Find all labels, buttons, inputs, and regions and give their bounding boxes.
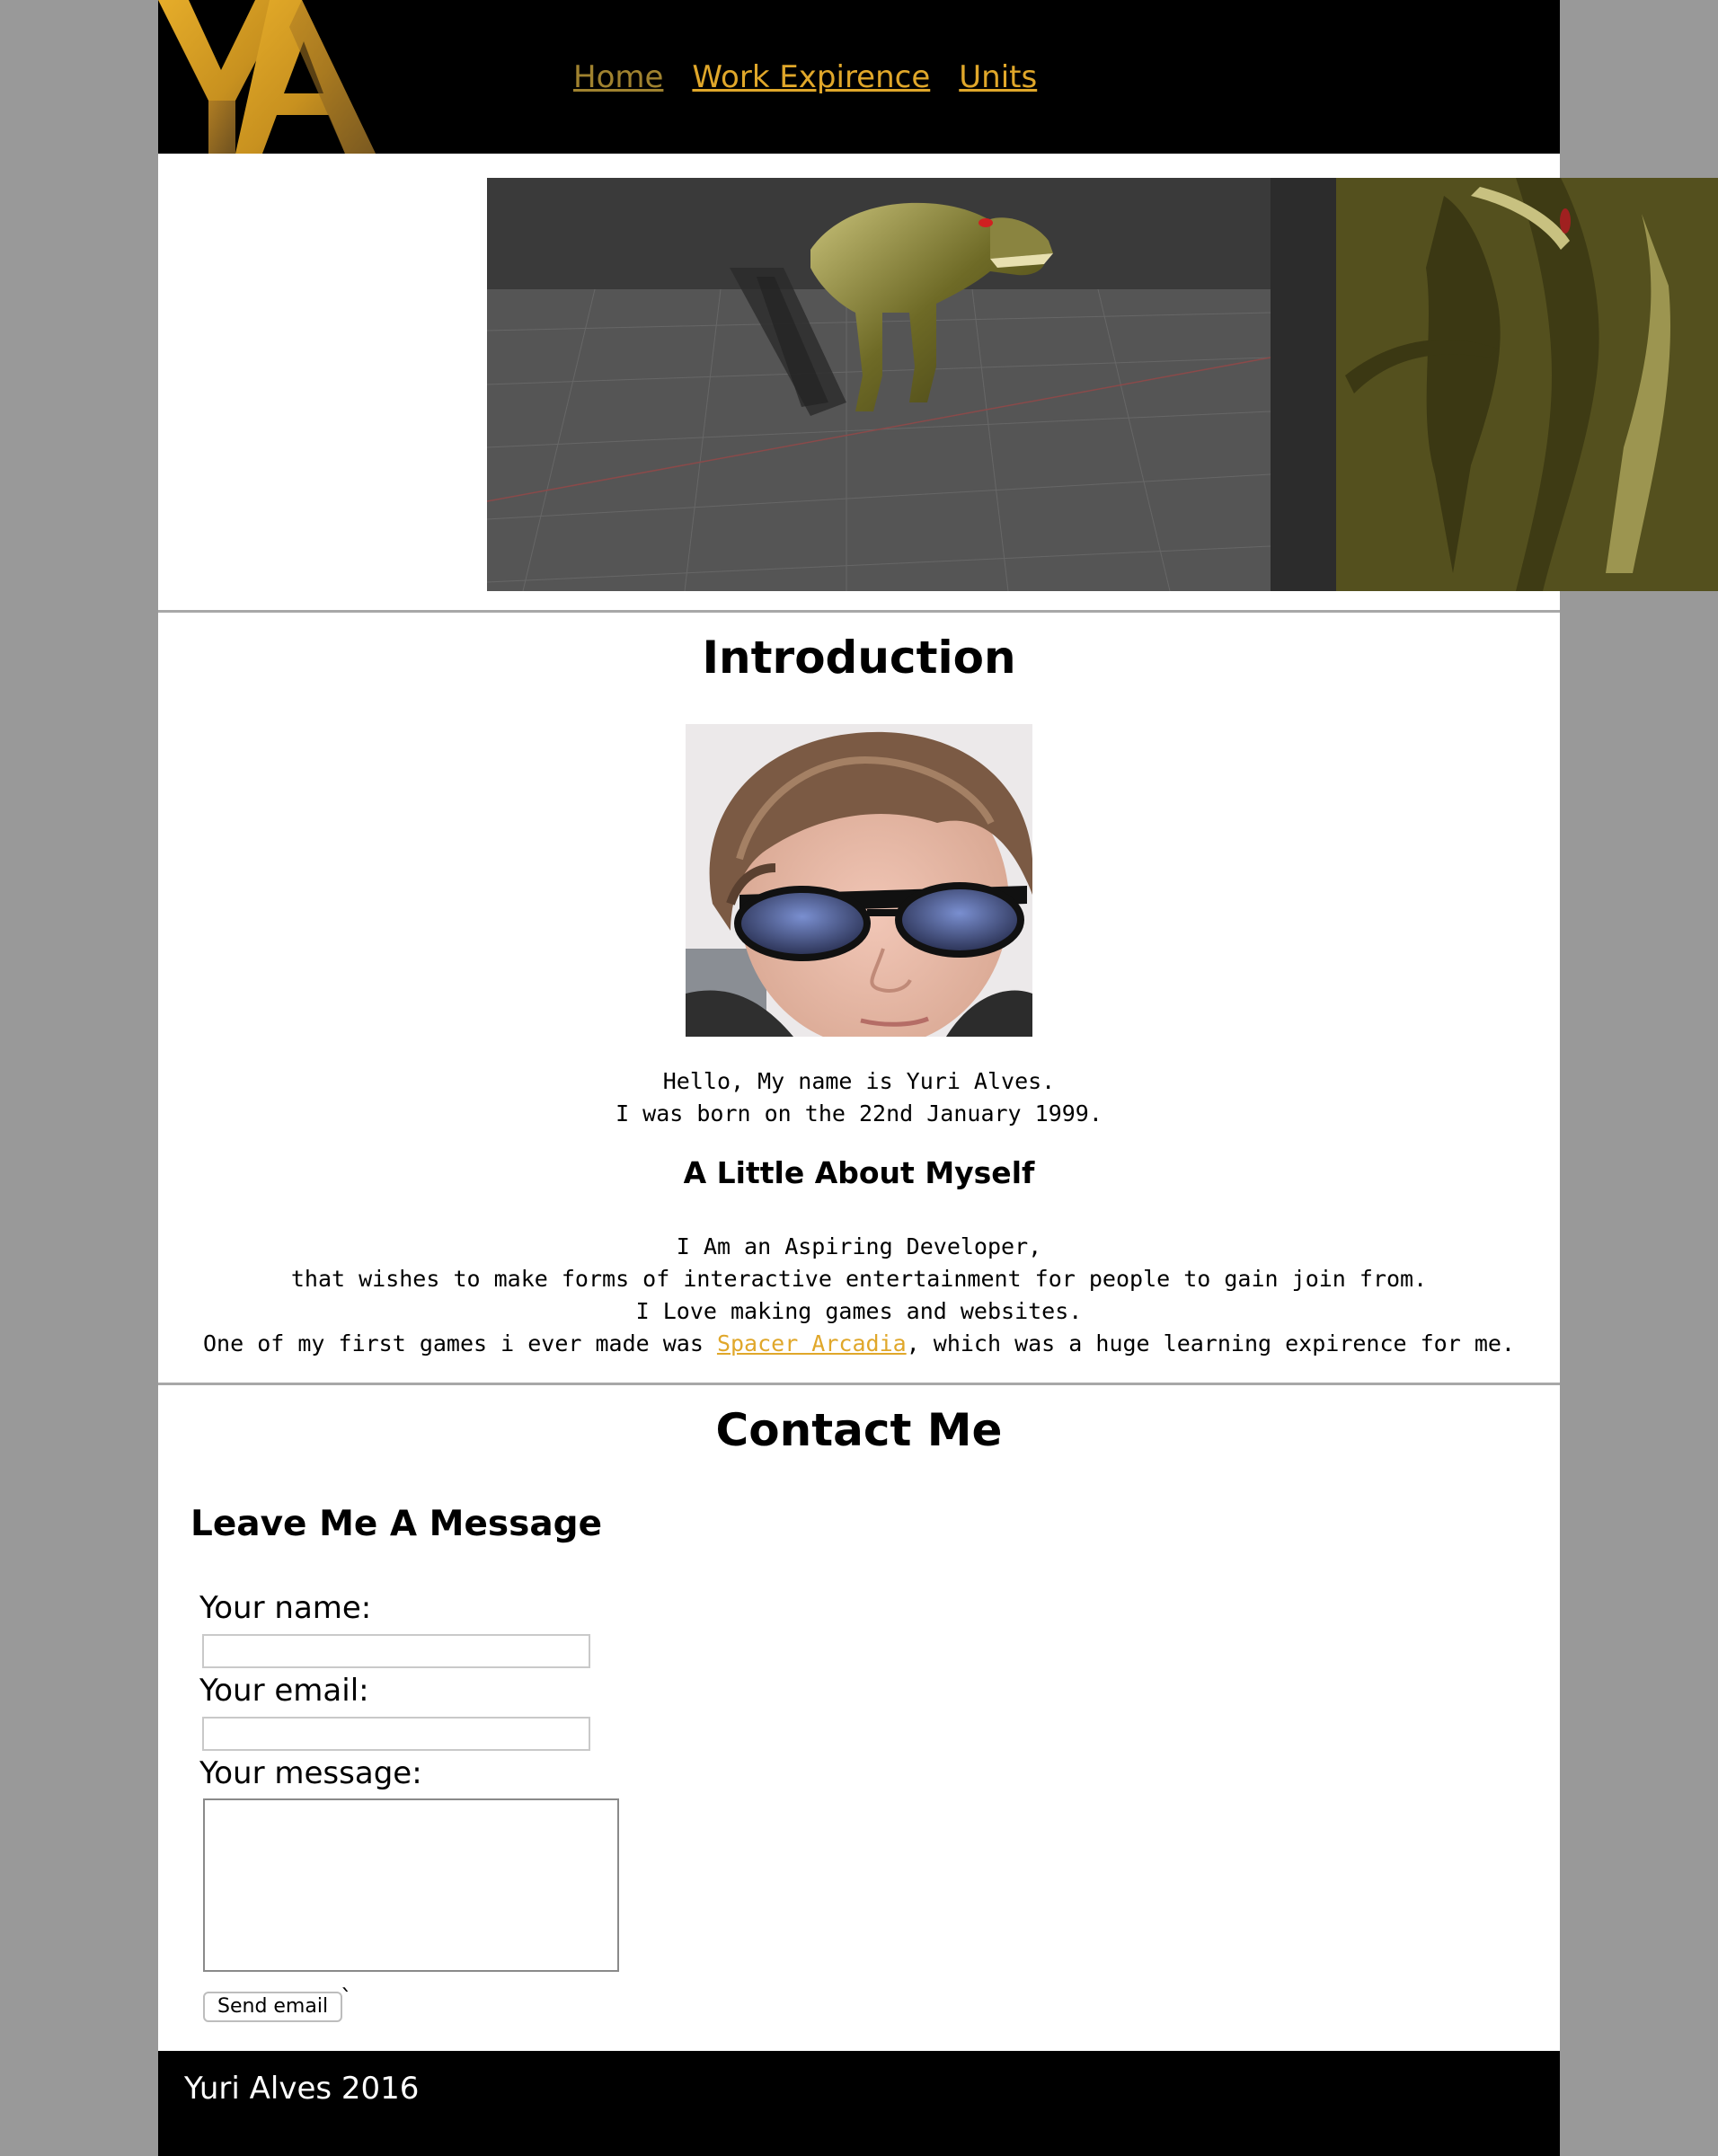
send-email-button[interactable]: Send email <box>203 1992 343 2022</box>
introduction-heading: Introduction <box>702 632 1016 684</box>
site-footer: Yuri Alves 2016 <box>158 2051 1560 2156</box>
message-label: Your message: <box>199 1755 422 1791</box>
about-line-with-link: One of my first games i ever made was Sp… <box>158 1328 1560 1360</box>
page-container: Home Work Expirence Units Introduction H… <box>158 0 1718 2156</box>
dinosaur-texture-image <box>1336 178 1718 591</box>
dinosaur-render-image <box>487 178 1271 591</box>
intro-line: Hello, My name is Yuri Alves. <box>662 1068 1056 1094</box>
about-line: I Am an Aspiring Developer, <box>676 1233 1042 1259</box>
email-input[interactable] <box>202 1717 590 1751</box>
viewport-side-panel <box>1271 178 1336 591</box>
intro-text: Hello, My name is Yuri Alves. I was born… <box>158 1065 1560 1130</box>
intro-line: I was born on the 22nd January 1999. <box>615 1100 1103 1127</box>
about-line-prefix: One of my first games i ever made was <box>203 1330 717 1356</box>
contact-heading: Contact Me <box>715 1404 1003 1456</box>
name-input[interactable] <box>202 1634 590 1668</box>
about-heading: A Little About Myself <box>683 1155 1035 1190</box>
section-divider <box>158 1383 1560 1385</box>
leave-message-heading: Leave Me A Message <box>190 1504 603 1544</box>
footer-copyright: Yuri Alves 2016 <box>184 2071 420 2107</box>
banner-slideshow <box>487 178 1718 591</box>
nav-units-link[interactable]: Units <box>959 57 1037 97</box>
main-nav: Home Work Expirence Units <box>573 57 1037 97</box>
about-line-suffix: , which was a huge learning expirence fo… <box>906 1330 1515 1356</box>
about-line: I Love making games and websites. <box>635 1298 1083 1324</box>
site-header: Home Work Expirence Units <box>158 0 1560 154</box>
about-line: that wishes to make forms of interactive… <box>290 1266 1428 1292</box>
profile-photo <box>686 724 1032 1037</box>
ya-logo[interactable] <box>158 0 383 154</box>
about-text: I Am an Aspiring Developer, that wishes … <box>158 1231 1560 1360</box>
email-label: Your email: <box>199 1673 369 1709</box>
message-textarea[interactable] <box>203 1798 619 1972</box>
stray-mark: ` <box>341 1985 352 2012</box>
section-divider <box>158 610 1560 613</box>
name-label: Your name: <box>199 1590 372 1626</box>
nav-work-expirence-link[interactable]: Work Expirence <box>692 57 930 97</box>
spacer-arcadia-link[interactable]: Spacer Arcadia <box>717 1330 907 1356</box>
nav-home-link[interactable]: Home <box>573 57 663 97</box>
